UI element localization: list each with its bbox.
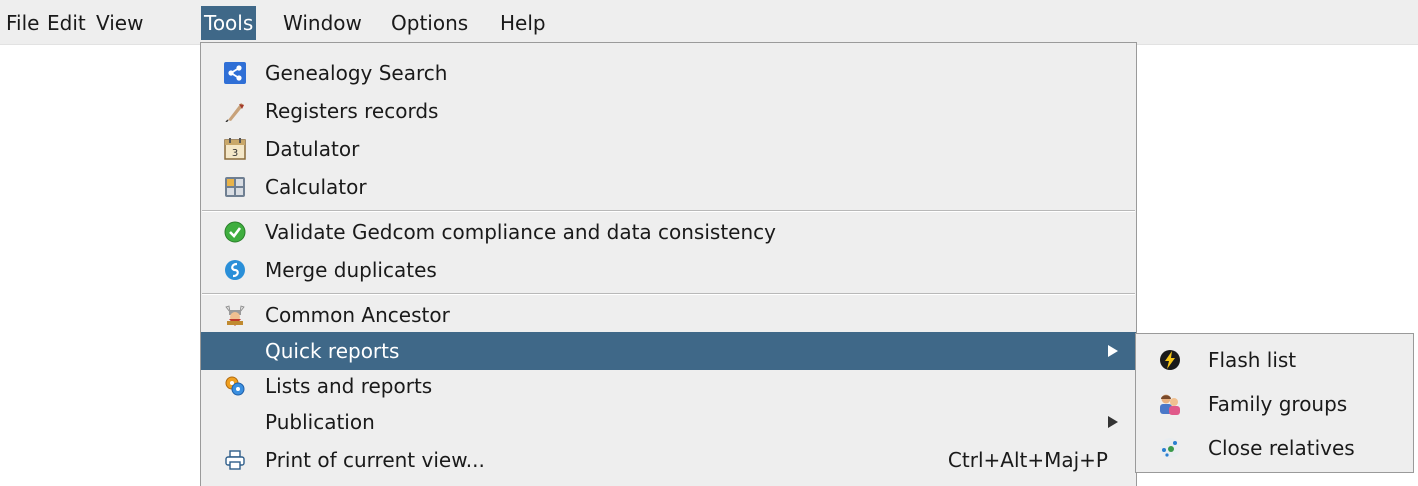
share-icon	[224, 62, 246, 84]
submenu-item-close-relatives[interactable]: Close relatives	[1136, 426, 1413, 470]
menu-item-label: Publication	[265, 410, 375, 434]
menu-item-label: Merge duplicates	[265, 258, 437, 282]
menu-item-label: Print of current view...	[265, 448, 485, 472]
submenu-item-label: Family groups	[1208, 392, 1348, 416]
menu-item-validate-gedcom[interactable]: Validate Gedcom compliance and data cons…	[201, 213, 1136, 251]
lightning-icon	[1158, 348, 1182, 372]
menu-item-lists-and-reports[interactable]: Lists and reports	[201, 367, 1136, 405]
calendar-icon: 3	[224, 138, 246, 160]
menu-edit[interactable]: Edit	[44, 6, 89, 40]
menu-help[interactable]: Help	[497, 6, 549, 40]
submenu-arrow-icon	[1108, 345, 1118, 357]
shortcut-label: Ctrl+Alt+Maj+P	[947, 448, 1108, 472]
menu-item-calculator[interactable]: Calculator	[201, 168, 1136, 206]
menu-item-label: Quick reports	[265, 339, 400, 363]
reports-icon	[224, 375, 246, 397]
menu-item-quick-reports[interactable]: Quick reports	[201, 332, 1136, 370]
menu-separator	[202, 293, 1135, 295]
menu-window[interactable]: Window	[280, 6, 365, 40]
quill-pen-icon	[224, 100, 246, 123]
svg-text:3: 3	[232, 148, 238, 159]
tools-menu: Genealogy Search Registers records 3 Dat…	[200, 42, 1137, 486]
menu-view[interactable]: View	[93, 6, 146, 40]
submenu-item-family-groups[interactable]: Family groups	[1136, 382, 1413, 426]
quick-reports-submenu: Flash list Family groups Close relatives	[1135, 333, 1414, 473]
menu-item-print-current-view[interactable]: Print of current view... Ctrl+Alt+Maj+P	[201, 441, 1136, 479]
menu-item-label: Lists and reports	[265, 374, 433, 398]
relatives-icon	[1158, 436, 1182, 460]
menu-options[interactable]: Options	[388, 6, 471, 40]
viking-ancestor-icon	[224, 304, 246, 326]
menu-item-label: Validate Gedcom compliance and data cons…	[265, 220, 776, 244]
menu-separator	[202, 210, 1135, 212]
menu-item-common-ancestor[interactable]: Common Ancestor	[201, 296, 1136, 334]
submenu-item-flash-list[interactable]: Flash list	[1136, 338, 1413, 382]
menu-item-merge-duplicates[interactable]: Merge duplicates	[201, 251, 1136, 289]
menu-item-genealogy-search[interactable]: Genealogy Search	[201, 54, 1136, 92]
menu-item-label: Genealogy Search	[265, 61, 448, 85]
menu-item-label: Calculator	[265, 175, 367, 199]
submenu-item-label: Flash list	[1208, 348, 1297, 372]
check-circle-icon	[224, 221, 246, 243]
menu-item-label: Registers records	[265, 99, 439, 123]
merge-icon	[224, 259, 246, 281]
submenu-arrow-icon	[1108, 416, 1118, 428]
menu-item-label: Datulator	[265, 137, 360, 161]
menu-item-datulator[interactable]: 3 Datulator	[201, 130, 1136, 168]
menu-file[interactable]: File	[3, 6, 42, 40]
menu-item-registers-records[interactable]: Registers records	[201, 92, 1136, 130]
family-icon	[1158, 392, 1182, 416]
printer-icon	[224, 449, 246, 471]
calculator-icon	[224, 176, 246, 198]
submenu-item-label: Close relatives	[1208, 436, 1355, 460]
menu-item-publication[interactable]: Publication	[201, 403, 1136, 441]
menu-tools[interactable]: Tools	[201, 6, 257, 40]
menu-bar: File Edit View Tools Window Options Help	[0, 0, 1418, 45]
menu-item-label: Common Ancestor	[265, 303, 450, 327]
